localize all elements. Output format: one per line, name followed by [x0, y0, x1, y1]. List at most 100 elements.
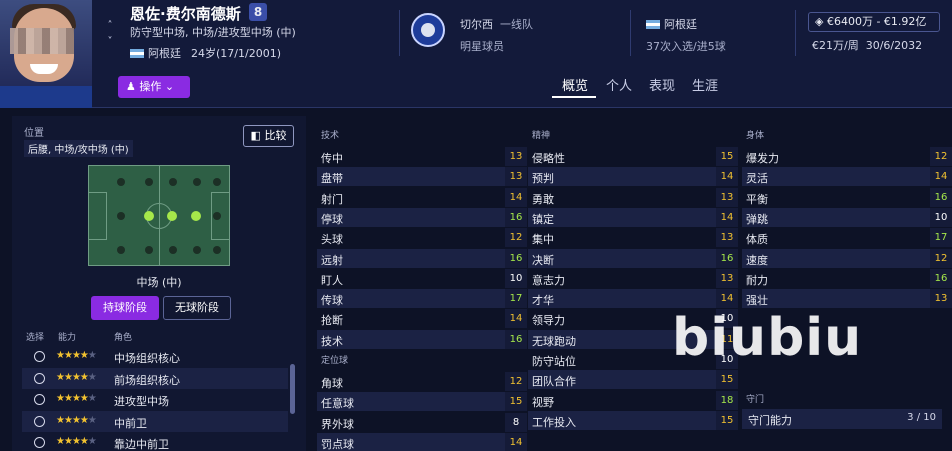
attribute-value: 14 [716, 289, 738, 309]
pitch-position-dot-active[interactable] [167, 211, 177, 221]
attribute-row[interactable]: 体质 17 [742, 228, 952, 248]
attribute-value: 14 [505, 309, 527, 329]
attribute-row[interactable]: 预判 14 [528, 167, 738, 187]
attribute-row[interactable]: 视野 18 [528, 390, 738, 410]
attribute-name: 弹跳 [746, 212, 768, 226]
attribute-name: 技术 [321, 334, 343, 348]
role-row[interactable]: ★★★★★ 前场组织核心 [22, 367, 288, 389]
attribute-row[interactable]: 头球 12 [317, 228, 527, 248]
attribute-name: 镇定 [532, 212, 554, 226]
radio-button[interactable] [34, 415, 45, 427]
radio-button[interactable] [34, 372, 45, 384]
national-team[interactable]: 阿根廷 [646, 16, 697, 32]
attribute-row[interactable]: 强壮 13 [742, 289, 952, 309]
attribute-row[interactable]: 勇敢 13 [528, 187, 738, 207]
attribute-row[interactable]: 传中 13 [317, 147, 527, 166]
tab-performance[interactable]: 表现 [649, 75, 675, 94]
action-button[interactable]: ♟ 操作 ⌄ [118, 76, 190, 98]
pitch-position-dot[interactable] [193, 246, 201, 254]
role-row[interactable]: ★★★★★ 中场组织核心 [22, 346, 288, 367]
attribute-name: 爆发力 [746, 152, 779, 165]
role-row[interactable]: ★★★★★ 靠边中前卫 [22, 432, 288, 451]
role-row[interactable]: ★★★★★ 中前卫 [22, 410, 288, 432]
attribute-value: 14 [716, 167, 738, 187]
pitch-position-dot[interactable] [145, 246, 153, 254]
prev-next-chevron-icon[interactable]: ˄ ˅ [104, 18, 116, 50]
radio-button[interactable] [34, 394, 45, 405]
attribute-row[interactable]: 团队合作 15 [528, 370, 738, 390]
attribute-row[interactable]: 爆发力 12 [742, 147, 952, 166]
attribute-value: 15 [505, 392, 527, 412]
tab-career[interactable]: 生涯 [692, 75, 718, 94]
radio-button[interactable] [34, 437, 45, 448]
tab-personal[interactable]: 个人 [606, 75, 632, 94]
compare-icon: ◧ [250, 129, 261, 142]
attribute-row[interactable]: 传球 17 [317, 289, 527, 309]
pitch-position-dot-active[interactable] [144, 211, 154, 221]
attribute-row[interactable]: 镇定 14 [528, 207, 738, 227]
attribute-value: 18 [716, 390, 738, 410]
player-photo [0, 0, 92, 108]
tab-overview[interactable]: 概览 [562, 75, 588, 94]
pitch-position-dot[interactable] [193, 178, 201, 186]
attribute-value: 13 [716, 228, 738, 248]
pitch-position-dot[interactable] [145, 178, 153, 186]
pitch-position-dot[interactable] [117, 178, 125, 186]
technical-title: 技术 [321, 131, 340, 141]
star-rating-icon: ★★★★★ [56, 393, 97, 404]
pitch-position-dot[interactable] [213, 178, 221, 186]
pitch-position-dot[interactable] [213, 212, 221, 220]
compare-button[interactable]: ◧ 比较 [243, 125, 294, 147]
attribute-row[interactable]: 远射 16 [317, 248, 527, 268]
attribute-row[interactable]: 工作投入 15 [528, 410, 738, 430]
attribute-row[interactable]: 技术 16 [317, 329, 527, 349]
in-possession-button[interactable]: 持球阶段 [91, 296, 159, 320]
attribute-value: 14 [930, 167, 952, 187]
attribute-row[interactable]: 平衡 16 [742, 187, 952, 207]
attribute-value: 16 [716, 248, 738, 268]
role-name: 进攻型中场 [114, 395, 169, 408]
attribute-row[interactable]: 盯人 10 [317, 268, 527, 288]
attribute-row[interactable]: 意志力 13 [528, 268, 738, 288]
divider [630, 10, 631, 56]
pitch-position-dot[interactable] [117, 212, 125, 220]
attribute-value: 16 [505, 248, 527, 268]
attribute-row[interactable]: 罚点球 14 [317, 432, 527, 451]
position-detail: 后腰, 中场/攻中场 (中) [24, 140, 133, 157]
out-of-possession-button[interactable]: 无球阶段 [163, 296, 231, 320]
attribute-row[interactable]: 决断 16 [528, 248, 738, 268]
attribute-row[interactable]: 集中 13 [528, 228, 738, 248]
pitch-position-dot-active[interactable] [191, 211, 201, 221]
role-row[interactable]: ★★★★★ 进攻型中场 [22, 389, 288, 410]
attribute-row[interactable]: 侵略性 15 [528, 147, 738, 166]
selected-pitch-position: 中场 (中) [136, 276, 182, 289]
club-role: 明星球员 [460, 40, 504, 53]
attribute-row[interactable]: 射门 14 [317, 187, 527, 207]
attribute-row[interactable]: 任意球 15 [317, 392, 527, 412]
star-rating-icon: ★★★★★ [56, 436, 97, 447]
pitch-position-dot[interactable] [213, 246, 221, 254]
player-age: 24岁(17/1/2001) [191, 47, 281, 60]
attribute-row[interactable]: 抢断 14 [317, 309, 527, 329]
attribute-row[interactable]: 才华 14 [528, 289, 738, 309]
pitch-position-dot[interactable] [117, 246, 125, 254]
pitch-position-dot[interactable] [169, 178, 177, 186]
attribute-name: 强壮 [746, 294, 768, 308]
attribute-row[interactable]: 界外球 8 [317, 412, 527, 432]
pitch-position-dot[interactable] [169, 246, 177, 254]
attribute-row[interactable]: 弹跳 10 [742, 207, 952, 227]
player-positions: 防守型中场, 中场/进攻型中场 (中) [130, 26, 296, 39]
attribute-row[interactable]: 灵活 14 [742, 167, 952, 187]
attribute-row[interactable]: 盘带 13 [317, 167, 527, 187]
attribute-row[interactable]: 耐力 16 [742, 268, 952, 288]
club-logo-icon[interactable] [411, 13, 445, 47]
scrollbar[interactable] [290, 364, 295, 414]
club-name[interactable]: 切尔西 一线队 [460, 16, 533, 32]
radio-button[interactable] [34, 351, 45, 362]
attribute-row[interactable]: 速度 12 [742, 248, 952, 268]
attribute-row[interactable]: 角球 12 [317, 372, 527, 391]
attribute-row[interactable]: 停球 16 [317, 207, 527, 227]
attribute-value: 14 [505, 432, 527, 451]
goalkeeping-row: 守门能力 3 / 10 [742, 409, 942, 429]
attribute-value: 15 [716, 370, 738, 390]
